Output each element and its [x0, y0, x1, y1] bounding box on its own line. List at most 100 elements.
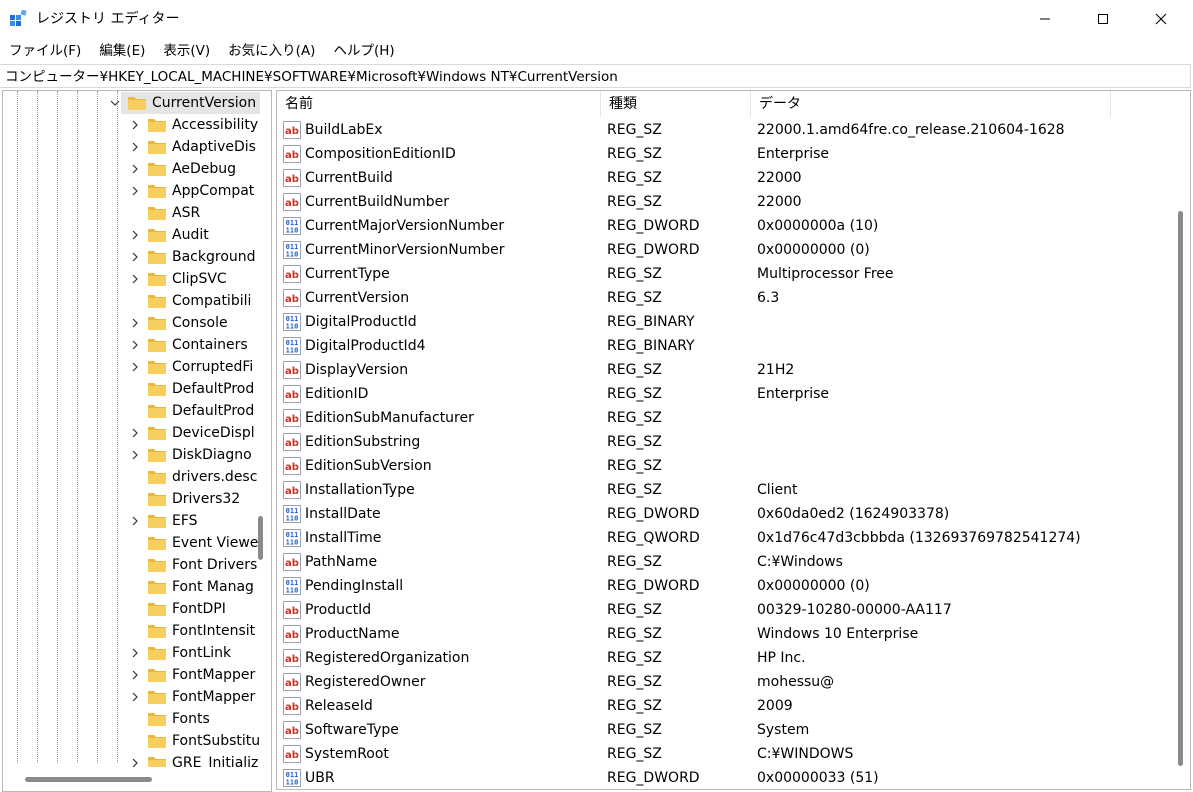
value-row[interactable]: 011 110 PendingInstall REG_DWORD 0x00000000 … — [277, 574, 1167, 598]
value-row[interactable]: ab ReleaseId REG_SZ 2009 — [277, 694, 1167, 718]
menu-favorites[interactable]: お気に入り(A) — [219, 39, 324, 63]
menu-file[interactable]: ファイル(F) — [0, 39, 90, 63]
value-row[interactable]: ab RegisteredOrganization REG_SZ HP Inc. — [277, 646, 1167, 670]
value-row[interactable]: ab EditionSubManufacturer REG_SZ — [277, 406, 1167, 430]
folder-icon — [148, 515, 166, 528]
value-row[interactable]: 011 110 InstallTime REG_QWORD 0x1d76c47d3cbb… — [277, 526, 1167, 550]
value-row[interactable]: 011 110 CurrentMinorVersionNumber REG_DWORD… — [277, 238, 1167, 262]
maximize-button[interactable] — [1074, 0, 1132, 38]
tree-item[interactable]: DefaultProd — [129, 400, 254, 422]
value-row[interactable]: ab CurrentBuildNumber REG_SZ 22000 — [277, 190, 1167, 214]
menu-edit[interactable]: 編集(E) — [90, 39, 154, 63]
chevron-right-icon[interactable] — [129, 334, 141, 356]
tree-item-label: Font Drivers — [172, 557, 258, 573]
value-row[interactable]: ab InstallationType REG_SZ Client — [277, 478, 1167, 502]
tree-item[interactable]: Console — [129, 312, 228, 334]
tree-item[interactable]: AppCompat — [129, 180, 254, 202]
tree-item[interactable]: Fonts — [129, 708, 210, 730]
folder-icon — [148, 581, 166, 594]
menu-help[interactable]: ヘルプ(H) — [324, 39, 403, 63]
value-row[interactable]: ab CurrentBuild REG_SZ 22000 — [277, 166, 1167, 190]
chevron-right-icon[interactable] — [129, 158, 141, 180]
value-row[interactable]: 011 110 DigitalProductId4 REG_BINARY — [277, 334, 1167, 358]
chevron-right-icon[interactable] — [129, 356, 141, 378]
value-row[interactable]: 011 110 InstallDate REG_DWORD 0x60da0ed2 (16… — [277, 502, 1167, 526]
values-list-pane[interactable]: 名前 種類 データ ab BuildLabEx REG_SZ 22000.1.amd6… — [276, 90, 1191, 790]
value-row[interactable]: ab DisplayVersion REG_SZ 21H2 — [277, 358, 1167, 382]
tree-item[interactable]: Font Drivers — [129, 554, 257, 576]
value-type-cell: REG_DWORD — [607, 506, 700, 522]
tree-item[interactable]: AeDebug — [129, 158, 236, 180]
tree-item[interactable]: DeviceDispl — [129, 422, 255, 444]
tree-horizontal-scrollbar[interactable] — [3, 767, 269, 789]
chevron-down-icon[interactable] — [109, 92, 121, 114]
tree-item[interactable]: DiskDiagno — [129, 444, 252, 466]
value-row[interactable]: 011 110 UBR REG_DWORD 0x00000033 (51) — [277, 766, 1167, 789]
value-row[interactable]: ab BuildLabEx REG_SZ 22000.1.amd64fre.co_re… — [277, 118, 1167, 142]
value-row[interactable]: ab ProductId REG_SZ 00329-10280-00000-AA117 — [277, 598, 1167, 622]
tree-item[interactable]: CorruptedFi — [129, 356, 253, 378]
tree-item[interactable]: Audit — [129, 224, 209, 246]
value-row[interactable]: ab RegisteredOwner REG_SZ mohessu@ — [277, 670, 1167, 694]
value-row[interactable]: ab ProductName REG_SZ Windows 10 Enterprise — [277, 622, 1167, 646]
tree-item[interactable]: ASR — [129, 202, 200, 224]
value-row[interactable]: 011 110 DigitalProductId REG_BINARY — [277, 310, 1167, 334]
tree-item[interactable]: FontLink — [129, 642, 231, 664]
tree-item[interactable]: Font Manag — [129, 576, 254, 598]
tree-item[interactable]: Event Viewe — [129, 532, 258, 554]
tree-item[interactable]: Containers — [129, 334, 248, 356]
chevron-right-icon[interactable] — [129, 136, 141, 158]
chevron-right-icon[interactable] — [129, 114, 141, 136]
chevron-right-icon[interactable] — [129, 224, 141, 246]
tree-item-currentversion[interactable]: CurrentVersion — [109, 92, 261, 114]
value-row[interactable]: ab SoftwareType REG_SZ System — [277, 718, 1167, 742]
tree-item[interactable]: FontDPI — [129, 598, 226, 620]
tree-item[interactable]: Compatibili — [129, 290, 251, 312]
tree-item[interactable]: Background — [129, 246, 256, 268]
tree-item[interactable]: FontIntensit — [129, 620, 255, 642]
chevron-right-icon[interactable] — [129, 510, 141, 532]
chevron-right-icon[interactable] — [129, 444, 141, 466]
chevron-right-icon[interactable] — [129, 664, 141, 686]
value-row[interactable]: ab PathName REG_SZ C:¥Windows — [277, 550, 1167, 574]
chevron-right-icon[interactable] — [129, 422, 141, 444]
tree-item[interactable]: drivers.desc — [129, 466, 257, 488]
value-row[interactable]: ab EditionID REG_SZ Enterprise — [277, 382, 1167, 406]
tree-item-label: EFS — [172, 513, 198, 529]
chevron-right-icon[interactable] — [129, 642, 141, 664]
value-row[interactable]: ab CurrentVersion REG_SZ 6.3 — [277, 286, 1167, 310]
minimize-button[interactable] — [1016, 0, 1074, 38]
chevron-right-icon[interactable] — [129, 312, 141, 334]
value-row[interactable]: ab EditionSubstring REG_SZ — [277, 430, 1167, 454]
tree-vertical-scrollbar[interactable] — [258, 516, 263, 560]
chevron-right-icon[interactable] — [129, 686, 141, 708]
chevron-right-icon[interactable] — [129, 268, 141, 290]
value-row[interactable]: ab CompositionEditionID REG_SZ Enterprise — [277, 142, 1167, 166]
tree-item[interactable]: FontMapper — [129, 686, 255, 708]
value-row[interactable]: ab SystemRoot REG_SZ C:¥WINDOWS — [277, 742, 1167, 766]
list-vertical-scrollbar[interactable] — [1178, 211, 1183, 766]
tree-item[interactable]: AdaptiveDis — [129, 136, 256, 158]
value-row[interactable]: ab CurrentType REG_SZ Multiprocessor Free — [277, 262, 1167, 286]
tree-item[interactable]: ClipSVC — [129, 268, 227, 290]
tree-item[interactable]: Drivers32 — [129, 488, 240, 510]
chevron-right-icon[interactable] — [129, 246, 141, 268]
menu-view[interactable]: 表示(V) — [154, 39, 219, 63]
tree-item[interactable]: EFS — [129, 510, 198, 532]
tree-item[interactable]: FontMapper — [129, 664, 255, 686]
tree-item[interactable]: FontSubstitu — [129, 730, 260, 752]
tree-item[interactable]: Accessibility — [129, 114, 258, 136]
chevron-right-icon[interactable] — [129, 180, 141, 202]
column-header-name[interactable]: 名前 — [277, 91, 601, 117]
folder-icon — [148, 471, 166, 484]
scrollbar-thumb[interactable] — [25, 777, 152, 782]
column-header-data[interactable]: データ — [751, 91, 1111, 117]
tree-item[interactable]: DefaultProd — [129, 378, 254, 400]
address-bar[interactable]: コンピューター¥HKEY_LOCAL_MACHINE¥SOFTWARE¥Micr… — [0, 64, 1191, 88]
column-header-type[interactable]: 種類 — [601, 91, 751, 117]
close-button[interactable] — [1132, 0, 1190, 38]
value-row[interactable]: ab EditionSubVersion REG_SZ — [277, 454, 1167, 478]
value-row[interactable]: 011 110 CurrentMajorVersionNumber REG_DWORD… — [277, 214, 1167, 238]
key-tree-pane[interactable]: CurrentVersion Accessibility AdaptiveDis A… — [2, 90, 272, 792]
